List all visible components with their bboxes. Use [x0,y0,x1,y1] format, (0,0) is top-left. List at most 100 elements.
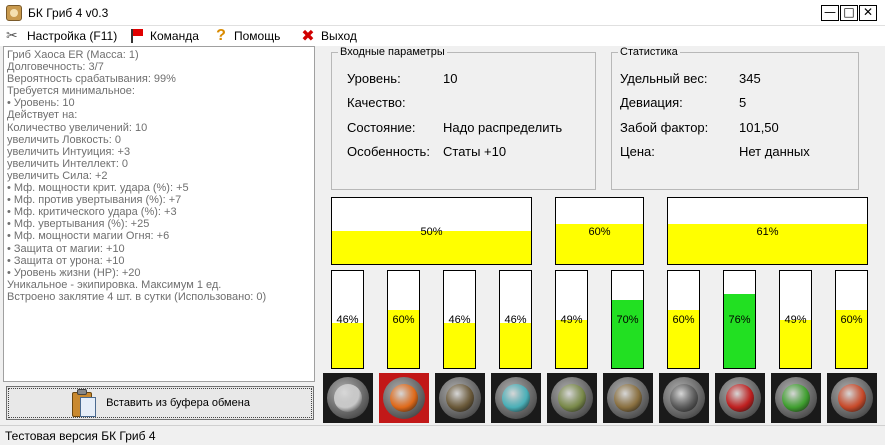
wood-mushroom-icon[interactable] [603,373,653,423]
green-mushroom-icon[interactable] [771,373,821,423]
input-params-title: Входные параметры [338,46,447,58]
menu-settings-label: Настройка (F11) [27,29,118,43]
bar-percent: 50% [420,226,443,238]
specific-weight-value: 345 [739,71,761,86]
info-line: • Мф. мощности магии Огня: +6 [7,230,170,243]
window-title: БК Гриб 4 v0.3 [28,6,109,20]
feature-label: Особенность: [347,144,430,159]
info-line: • Мф. критического удара (%): +3 [7,206,177,219]
bar-fill [780,320,811,368]
menu-exit-label: Выход [321,29,357,43]
info-line: • Защита от урона: +10 [7,254,125,267]
earth-mushroom-icon[interactable] [435,373,485,423]
small-bar: 46% [331,270,364,369]
forest-mushroom-icon[interactable] [547,373,597,423]
exit-icon: ✖ [301,26,315,45]
info-line: • Мф. увертывания (%): +25 [7,218,150,231]
small-bar: 70% [611,270,644,369]
water-mushroom-icon[interactable] [491,373,541,423]
info-line: Действует на: [7,109,78,122]
menu-exit[interactable]: ✖ Выход [300,28,357,44]
info-line: • Уровень: 10 [7,97,75,110]
bar-fill [444,323,475,368]
info-line: • Уровень жизни (HP): +20 [7,266,141,279]
state-value: Надо распределить [443,120,563,135]
top-bar: 60% [555,197,644,265]
menu-team[interactable]: Команда [129,28,199,44]
bar-percent: 46% [504,314,527,326]
hit-factor-label: Забой фактор: [620,120,709,135]
item-info-panel[interactable]: Гриб Хаоса ER (Масса: 1) Долговечность: … [3,46,315,382]
info-line: увеличить Ловкость: 0 [7,133,121,146]
bar-percent: 60% [588,226,611,238]
amber-mushroom-icon[interactable] [827,373,877,423]
bar-percent: 61% [756,226,779,238]
menu-settings[interactable]: ✂ Настройка (F11) [6,28,117,44]
bar-percent: 70% [616,314,639,326]
bar-fill [500,323,531,368]
status-bar: Тестовая версия БК Гриб 4 [0,425,885,445]
level-value: 10 [443,71,458,86]
statistics-title: Статистика [618,46,680,58]
bar-fill [612,300,643,368]
bar-percent: 46% [448,314,471,326]
bar-fill [332,323,363,368]
maximize-button[interactable]: □ [840,5,858,21]
info-line: Количество увеличений: 10 [7,121,148,134]
bar-percent: 76% [728,314,751,326]
paste-from-clipboard-button[interactable]: Вставить из буфера обмена [6,386,314,420]
wrench-icon: ✂ [6,28,18,44]
quality-label: Качество: [347,95,406,110]
bar-percent: 60% [392,314,415,326]
info-line: Уникальное - экипировка. Максимум 1 ед. [7,278,222,291]
bar-percent: 49% [784,314,807,326]
bar-percent: 49% [560,314,583,326]
small-bar: 46% [443,270,476,369]
specific-weight-label: Удельный вес: [620,71,708,86]
deviation-value: 5 [739,95,747,110]
help-icon: ? [216,27,226,44]
deviation-label: Девиация: [620,95,683,110]
app-icon [6,5,22,21]
info-line: Требуется минимальное: [7,85,135,98]
info-line: • Мф. против увертывания (%): +7 [7,194,182,207]
info-line: • Защита от магии: +10 [7,242,125,255]
info-line: • Мф. мощности крит. удара (%): +5 [7,182,189,195]
menu-help[interactable]: ? Помощь [213,28,280,44]
level-label: Уровень: [347,71,401,86]
title-bar: БК Гриб 4 v0.3 — □ ✕ [0,0,885,26]
bar-percent: 60% [672,314,695,326]
bar-fill [724,294,755,368]
status-text: Тестовая версия БК Гриб 4 [5,429,156,443]
bar-percent: 46% [336,314,359,326]
feature-value: Статы +10 [443,144,507,159]
hit-factor-value: 101,50 [739,120,779,135]
state-label: Состояние: [347,120,416,135]
flag-icon [129,28,145,44]
price-value: Нет данных [739,144,810,159]
info-line: увеличить Интеллект: 0 [7,157,129,170]
input-params-group: Входные параметры Уровень: 10 Качество: … [331,46,596,190]
menu-help-label: Помощь [234,29,281,43]
small-bar: 60% [835,270,868,369]
bar-percent: 60% [840,314,863,326]
small-bar: 49% [779,270,812,369]
info-line: Гриб Хаоса ER (Масса: 1) [7,49,139,61]
statistics-group: Статистика Удельный вес: 345 Девиация: 5… [611,46,859,190]
small-bar: 60% [387,270,420,369]
fire-mushroom-icon[interactable] [379,373,429,423]
top-bar: 50% [331,197,532,265]
top-bar: 61% [667,197,868,265]
minimize-button[interactable]: — [821,5,839,21]
bar-fill [556,320,587,368]
stone-mushroom-icon[interactable] [659,373,709,423]
clipboard-icon [70,388,98,418]
small-bar: 60% [667,270,700,369]
menu-team-label: Команда [150,29,199,43]
blood-mushroom-icon[interactable] [715,373,765,423]
info-line: увеличить Сила: +2 [7,169,108,182]
close-button[interactable]: ✕ [859,5,877,21]
info-line: Долговечность: 3/7 [7,61,104,74]
gray-mushroom-icon[interactable] [323,373,373,423]
info-line: Вероятность срабатывания: 99% [7,73,176,86]
